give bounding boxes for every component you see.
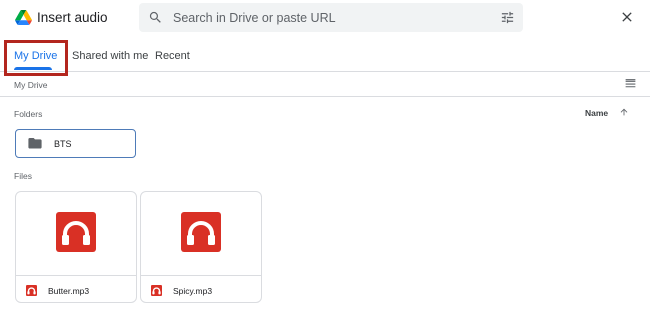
tab-shared-with-me[interactable]: Shared with me (72, 40, 148, 71)
arrow-up-icon[interactable] (619, 106, 629, 118)
tab-recent[interactable]: Recent (155, 40, 190, 71)
file-item[interactable]: Spicy.mp3 (140, 191, 262, 303)
file-item[interactable]: Butter.mp3 (15, 191, 137, 303)
sort-label[interactable]: Name (585, 108, 608, 118)
file-footer: Spicy.mp3 (141, 275, 261, 302)
file-thumbnail (16, 192, 136, 275)
breadcrumb-bar: My Drive (0, 73, 650, 97)
audio-file-icon (181, 212, 221, 252)
tune-icon[interactable] (500, 10, 515, 25)
breadcrumb[interactable]: My Drive (14, 80, 48, 90)
search-icon[interactable] (148, 10, 163, 25)
folder-icon (28, 138, 42, 149)
files-label: Files (14, 171, 32, 181)
dialog-header: Insert audio (0, 0, 650, 38)
audio-file-icon (151, 285, 162, 296)
highlight-box (4, 40, 68, 76)
audio-file-icon (26, 285, 37, 296)
search-box[interactable] (139, 3, 523, 32)
folders-label: Folders (14, 109, 43, 119)
file-footer: Butter.mp3 (16, 275, 136, 302)
file-name: Butter.mp3 (48, 286, 90, 296)
close-icon[interactable] (619, 9, 635, 25)
google-drive-icon (15, 10, 32, 25)
audio-file-icon (56, 212, 96, 252)
file-thumbnail (141, 192, 261, 275)
dialog-title: Insert audio (37, 10, 108, 25)
folder-item[interactable]: BTS (15, 129, 136, 158)
search-input[interactable] (173, 3, 493, 32)
file-name: Spicy.mp3 (173, 286, 213, 296)
folder-name: BTS (54, 139, 72, 149)
list-view-icon[interactable] (624, 77, 637, 90)
tab-bar: My Drive Shared with me Recent (0, 40, 650, 72)
